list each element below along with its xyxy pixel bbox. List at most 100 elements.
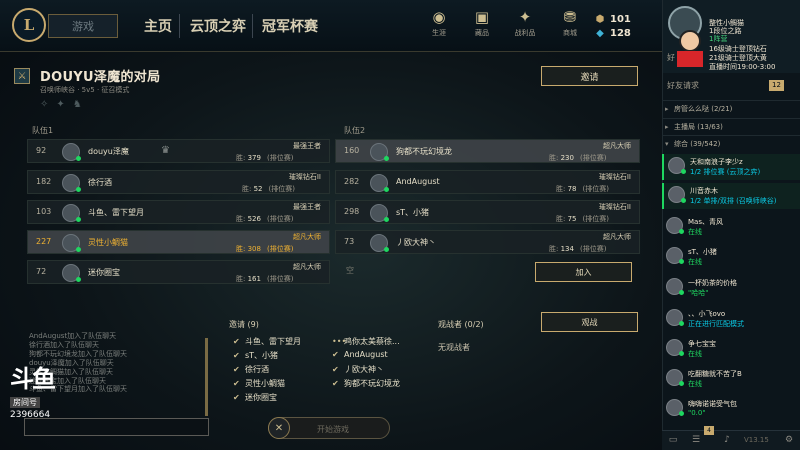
chat-scrollbar[interactable] bbox=[205, 338, 208, 416]
team1-player-row[interactable]: 72 迷你圈宝 超凡大师 胜: 161 (排位赛) bbox=[27, 260, 330, 284]
avatar bbox=[62, 174, 81, 192]
rp-balance[interactable]: ⬢ 101 bbox=[594, 14, 631, 25]
friend-item[interactable]: 争七宝宝 在线 bbox=[662, 336, 800, 362]
group-label: 综合 (39/542) bbox=[674, 140, 721, 148]
player-level: 182 bbox=[36, 177, 52, 186]
check-icon: ✔ bbox=[332, 350, 339, 359]
start-game-button[interactable]: ✕ 开始游戏 bbox=[268, 417, 390, 439]
queue-label: (排位赛) bbox=[582, 215, 609, 223]
group-header[interactable]: ▸ 主播局 (13/63) bbox=[662, 118, 800, 134]
win-label: 胜: bbox=[556, 185, 566, 193]
invite-item: ✔ 狗都不玩幻境龙 bbox=[332, 378, 400, 389]
friend-item[interactable]: 、、小飞ovo 正在进行匹配模式 bbox=[662, 306, 800, 332]
win-count: 379 bbox=[247, 154, 261, 162]
avatar bbox=[668, 157, 686, 174]
play-button[interactable]: 游戏 bbox=[48, 14, 118, 38]
nav-home[interactable]: 主页 bbox=[144, 0, 172, 52]
friend-name: 天和南浪子李少z bbox=[690, 158, 743, 166]
collection-icon: ▣ bbox=[474, 8, 490, 26]
join-button[interactable]: 加入 bbox=[535, 262, 632, 282]
invite-name: 徐行酒 bbox=[245, 365, 269, 374]
group-header[interactable]: ▾ 综合 (39/542) bbox=[662, 135, 800, 151]
player-level: 160 bbox=[344, 146, 360, 155]
league-logo[interactable]: L bbox=[12, 8, 46, 42]
list-icon[interactable]: ☰ bbox=[689, 433, 703, 447]
be-balance[interactable]: ◆ 128 bbox=[594, 28, 631, 39]
chat-icon[interactable]: ▭ bbox=[666, 433, 680, 447]
invite-item: ✔ sT、小猪 bbox=[233, 350, 278, 361]
team1-player-row[interactable]: 182 徐行酒 璀璨钻石II 胜: 52 (排位赛) bbox=[27, 170, 330, 194]
queue-label: (排位赛) bbox=[266, 215, 294, 223]
win-count: 134 bbox=[560, 245, 574, 253]
invite-name: 灵性小鲷猫 bbox=[245, 379, 285, 388]
notification-badge: 4 bbox=[704, 426, 714, 435]
team2-header: 队伍2 bbox=[344, 126, 366, 135]
queue-label: (排位赛) bbox=[268, 185, 295, 193]
team2-player-row[interactable]: 160 狗都不玩幻境龙 超凡大师 胜: 230 (排位赛) bbox=[335, 139, 640, 163]
friend-name: 争七宝宝 bbox=[688, 340, 716, 348]
friend-item[interactable]: sT、小猪 在线 bbox=[662, 244, 800, 270]
win-count: 526 bbox=[247, 215, 261, 223]
player-wins: 胜: 52 (排位赛) bbox=[242, 184, 295, 194]
lobby-title: DOUYU泽魔的对局 bbox=[40, 70, 161, 85]
team2-player-row[interactable]: 298 sT、小猪 璀璨钻石II 胜: 75 (排位赛) bbox=[335, 200, 640, 224]
check-icon: ✔ bbox=[233, 351, 240, 360]
top-navigation-bar: L 游戏 主页 云顶之弈 冠军杯赛 ◉ 生涯 ▣ 藏品 ✦ 战利品 ⛃ 商城 ⬢… bbox=[0, 0, 662, 52]
avatar bbox=[62, 264, 81, 282]
queue-label: (排位赛) bbox=[266, 245, 294, 253]
team1-player-row[interactable]: 227 灵性小鲷猫 超凡大师 胜: 308 (排位赛) bbox=[27, 230, 330, 254]
empty-slot: 空 bbox=[346, 266, 354, 275]
friend-status: 在线 bbox=[688, 380, 702, 388]
nav-tft[interactable]: 云顶之弈 bbox=[190, 0, 246, 52]
team2-player-row[interactable]: 73 丿欧大神丶 超凡大师 胜: 134 (排位赛) bbox=[335, 230, 640, 254]
team1-player-row[interactable]: 92 douyu泽魔 ♛ 最强王者 胜: 379 (排位赛) bbox=[27, 139, 330, 163]
store-tab[interactable]: ⛃ 商城 bbox=[550, 8, 590, 38]
win-count: 308 bbox=[247, 245, 261, 253]
invite-item: ✔ AndAugust bbox=[332, 350, 388, 359]
store-tab-label: 商城 bbox=[563, 29, 577, 37]
loot-tab[interactable]: ✦ 战利品 bbox=[505, 8, 545, 38]
player-rank: 璀璨钻石II bbox=[288, 173, 321, 181]
friend-item[interactable]: 嗨嗨诺诺受气包 "0.0" bbox=[662, 396, 800, 422]
team1-player-row[interactable]: 103 斗鱼、雷下望月 最强王者 胜: 526 (排位赛) bbox=[27, 200, 330, 224]
avatar bbox=[370, 204, 389, 222]
loot-tab-label: 战利品 bbox=[514, 29, 536, 37]
help-icon[interactable]: ⚙ bbox=[782, 433, 796, 447]
nav-clash[interactable]: 冠军杯赛 bbox=[262, 0, 318, 52]
invite-name: 丿欧大神丶 bbox=[344, 365, 384, 374]
profile-icon: ◉ bbox=[432, 8, 446, 26]
invite-button[interactable]: 邀请 bbox=[541, 66, 638, 86]
chat-message: 狗都不玩幻境龙加入了队伍聊天 bbox=[29, 349, 127, 358]
avatar bbox=[666, 309, 684, 326]
friend-name: 、、小飞ovo bbox=[688, 310, 726, 318]
win-label: 胜: bbox=[549, 154, 559, 162]
profile-tab[interactable]: ◉ 生涯 bbox=[419, 8, 459, 38]
lobby-subtitle: 召唤师峡谷 · 5v5 · 征召模式 bbox=[40, 86, 130, 94]
friend-item[interactable]: 一杯奶茶的价格 "哈哈" bbox=[662, 275, 800, 301]
avatar bbox=[370, 174, 389, 192]
player-name: AndAugust bbox=[396, 177, 440, 186]
lobby-window: L 游戏 主页 云顶之弈 冠军杯赛 ◉ 生涯 ▣ 藏品 ✦ 战利品 ⛃ 商城 ⬢… bbox=[0, 0, 662, 450]
microphone-icon[interactable]: ♪ bbox=[720, 433, 734, 447]
player-rank: 超凡大师 bbox=[293, 263, 321, 271]
friend-name: Mas、青风 bbox=[688, 218, 723, 226]
invite-item: ✔ 徐行酒 bbox=[233, 364, 269, 375]
friend-item[interactable]: 川音赤木 1/2 单排/双排 (召唤师峡谷) bbox=[662, 183, 800, 209]
team2-player-row[interactable]: 282 AndAugust 璀璨钻石II 胜: 78 (排位赛) bbox=[335, 170, 640, 194]
friend-status: 正在进行匹配模式 bbox=[688, 320, 744, 328]
player-rank: 超凡大师 bbox=[603, 233, 631, 241]
spectate-button[interactable]: 观战 bbox=[541, 312, 638, 332]
friend-item[interactable]: 天和南浪子李少z 1/2 排位赛 (云顶之弈) bbox=[662, 154, 800, 180]
player-level: 73 bbox=[344, 237, 355, 246]
collection-tab[interactable]: ▣ 藏品 bbox=[462, 8, 502, 38]
friend-item[interactable]: Mas、青风 在线 bbox=[662, 214, 800, 240]
be-icon: ◆ bbox=[596, 28, 604, 39]
friend-status: 1/2 单排/双排 (召唤师峡谷) bbox=[690, 197, 777, 205]
group-header[interactable]: ▸ 房管么么哒 (2/21) bbox=[662, 100, 800, 116]
invite-name: sT、小猪 bbox=[245, 351, 279, 360]
player-wins: 胜: 134 (排位赛) bbox=[549, 244, 606, 254]
friend-item[interactable]: 吃翻糖就不苦了B 在线 bbox=[662, 366, 800, 392]
friend-requests[interactable]: 好友请求 bbox=[667, 80, 699, 91]
rp-amount: 101 bbox=[610, 14, 631, 25]
close-icon[interactable]: ✕ bbox=[268, 417, 290, 439]
